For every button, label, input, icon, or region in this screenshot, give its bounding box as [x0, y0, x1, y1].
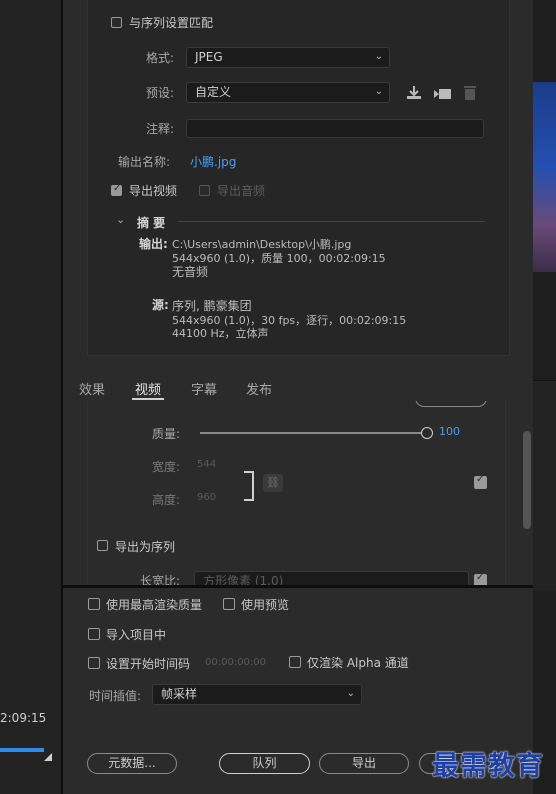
- height-label: 高度:: [152, 493, 181, 507]
- chevron-down-icon: ⌄: [374, 51, 383, 62]
- format-select[interactable]: JPEG ⌄: [186, 47, 390, 68]
- summary-source-audio: 44100 Hz，立体声: [172, 327, 269, 340]
- summary-output-audio: 无音频: [172, 265, 209, 279]
- tab-captions[interactable]: 字幕: [191, 379, 217, 398]
- export-sequence-checkbox[interactable]: [97, 540, 108, 551]
- match-sequence-label: 与序列设置匹配: [129, 16, 214, 30]
- width-label: 宽度:: [152, 460, 181, 474]
- match-sequence-checkbox[interactable]: [111, 17, 122, 28]
- watermark-logo: 最需教育: [432, 751, 544, 782]
- quality-slider-handle[interactable]: [421, 427, 433, 439]
- queue-button[interactable]: 队列: [219, 753, 310, 774]
- timeline-panel: [0, 0, 62, 794]
- export-video-checkbox[interactable]: [111, 183, 122, 196]
- right-strip-panel: [533, 380, 556, 591]
- set-start-label: 设置开始时间码: [106, 657, 191, 671]
- timeline-progress-bar[interactable]: [0, 748, 44, 752]
- import-project-checkbox[interactable]: [88, 628, 100, 640]
- output-name-label: 输出名称:: [118, 155, 171, 169]
- alpha-only-checkbox[interactable]: [289, 656, 301, 668]
- timeline-end-marker: [44, 753, 52, 761]
- interp-value: 帧采样: [161, 687, 198, 701]
- preset-select[interactable]: 自定义 ⌄: [186, 82, 390, 103]
- active-tab-indicator: [132, 398, 164, 400]
- import-project-label: 导入项目中: [106, 628, 167, 642]
- export-audio-label: 导出音频: [217, 184, 266, 198]
- summary-source-label: 源:: [152, 298, 169, 312]
- export-button[interactable]: 导出: [319, 753, 409, 774]
- max-render-checkbox[interactable]: [88, 598, 100, 610]
- export-audio-checkbox[interactable]: [199, 185, 210, 196]
- aspect-select[interactable]: 方形像素 (1.0): [194, 571, 469, 585]
- alpha-only-label: 仅渲染 Alpha 通道: [307, 656, 409, 670]
- chevron-down-icon: ⌄: [346, 688, 355, 699]
- summary-title: 摘 要: [137, 216, 166, 230]
- width-value[interactable]: 544: [197, 459, 216, 470]
- settings-tabbar: 效果 视频 字幕 发布: [63, 373, 533, 401]
- export-video-label: 导出视频: [129, 184, 178, 198]
- summary-output-label: 输出:: [139, 237, 168, 251]
- use-preview-label: 使用预览: [241, 598, 290, 612]
- summary-divider: [178, 221, 485, 222]
- quality-label: 质量:: [152, 427, 181, 441]
- format-value: JPEG: [195, 50, 223, 64]
- quality-value[interactable]: 100: [439, 425, 460, 438]
- interp-select[interactable]: 帧采样 ⌄: [152, 684, 362, 705]
- max-render-label: 使用最高渲染质量: [106, 598, 203, 612]
- import-preset-icon[interactable]: [433, 85, 453, 101]
- link-icon[interactable]: ⛓: [263, 474, 283, 492]
- use-preview-checkbox[interactable]: [223, 598, 235, 610]
- chevron-down-icon: ⌄: [374, 86, 383, 97]
- interp-label: 时间插值:: [89, 689, 142, 703]
- start-timecode[interactable]: 00:00:00:00: [205, 657, 266, 668]
- export-sequence-label: 导出为序列: [115, 540, 176, 554]
- preview-thumbnail: [533, 82, 556, 272]
- aspect-value: 方形像素 (1.0): [203, 574, 284, 585]
- set-start-checkbox[interactable]: [88, 657, 100, 669]
- preset-label: 预设:: [146, 86, 175, 100]
- output-name-link[interactable]: 小鹏.jpg: [190, 153, 236, 170]
- metadata-button[interactable]: 元数据...: [87, 753, 177, 774]
- chevron-down-icon[interactable]: ⌄: [116, 213, 125, 226]
- save-preset-icon[interactable]: [405, 85, 423, 101]
- height-value[interactable]: 960: [197, 492, 216, 503]
- delete-preset-icon[interactable]: [462, 84, 478, 101]
- preset-value: 自定义: [195, 85, 232, 99]
- format-label: 格式:: [146, 51, 175, 65]
- vertical-scrollbar[interactable]: [523, 431, 531, 529]
- timecode-display: 2:09:15: [0, 711, 47, 725]
- comment-label: 注释:: [146, 122, 175, 136]
- aspect-label: 长宽比:: [140, 574, 181, 585]
- dimension-bracket: [244, 471, 254, 501]
- video-settings-area: 质量: 100 宽度: 544 高度: 960 ⛓ 导出为序列 长宽比: 方形像…: [63, 401, 533, 585]
- tab-publish[interactable]: 发布: [246, 379, 272, 398]
- section-divider: [63, 585, 533, 588]
- aspect-checkbox[interactable]: [474, 572, 487, 585]
- quality-slider-track[interactable]: [200, 432, 428, 434]
- tab-video[interactable]: 视频: [135, 379, 161, 398]
- comment-input[interactable]: [186, 119, 484, 138]
- tab-effects[interactable]: 效果: [79, 379, 105, 398]
- resize-checkbox[interactable]: [474, 474, 487, 489]
